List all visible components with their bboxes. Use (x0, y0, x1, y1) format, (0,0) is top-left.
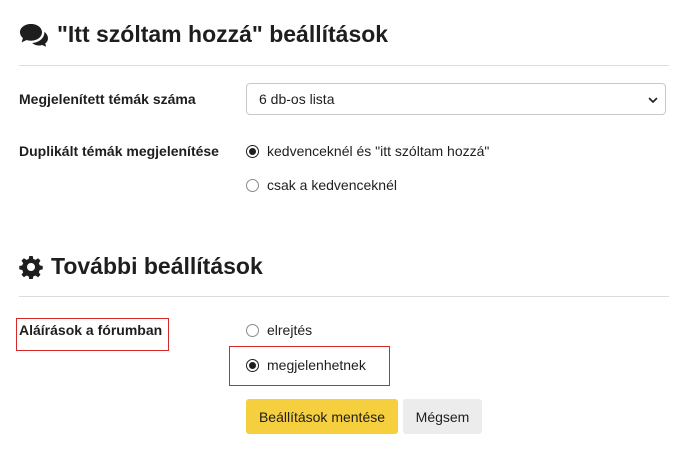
radio-button-checked[interactable] (246, 144, 259, 158)
duplicate-option-both[interactable]: kedvenceknél és "itt szóltam hozzá" (246, 143, 489, 159)
duplicate-option-favorites[interactable]: csak a kedvenceknél (246, 177, 397, 193)
radio-button-checked[interactable] (246, 358, 259, 372)
settings-page: "Itt szóltam hozzá" beállítások Megjelen… (0, 0, 690, 470)
radio-label: elrejtés (267, 322, 313, 338)
duplicate-topics-label: Duplikált témák megjelenítése (19, 143, 219, 159)
comments-icon (19, 23, 49, 47)
section-title-label: "Itt szóltam hozzá" beállítások (57, 21, 389, 47)
radio-label: megjelenhetnek (267, 357, 366, 373)
cancel-button[interactable]: Mégsem (403, 399, 482, 434)
save-settings-button[interactable]: Beállítások mentése (246, 399, 398, 434)
radio-button[interactable] (246, 178, 259, 192)
topics-count-label: Megjelenített témák száma (19, 91, 196, 107)
radio-button[interactable] (246, 323, 259, 337)
section-divider (19, 65, 669, 66)
chevron-down-icon (647, 93, 659, 109)
section-title-itt-szoltam: "Itt szóltam hozzá" beállítások (19, 21, 388, 48)
gear-icon (19, 255, 43, 279)
signatures-label: Aláírások a fórumban (19, 322, 163, 338)
topics-count-select[interactable]: 6 db-os lista (246, 83, 666, 115)
radio-label: csak a kedvenceknél (267, 177, 397, 193)
section-divider (19, 296, 669, 297)
section-title-tovabbi: További beállítások (19, 253, 263, 280)
radio-label: kedvenceknél és "itt szóltam hozzá" (267, 143, 490, 159)
section-title-label: További beállítások (51, 253, 263, 279)
topics-count-value: 6 db-os lista (259, 91, 335, 107)
signatures-option-hide[interactable]: elrejtés (246, 322, 312, 338)
signatures-option-show[interactable]: megjelenhetnek (246, 357, 366, 373)
